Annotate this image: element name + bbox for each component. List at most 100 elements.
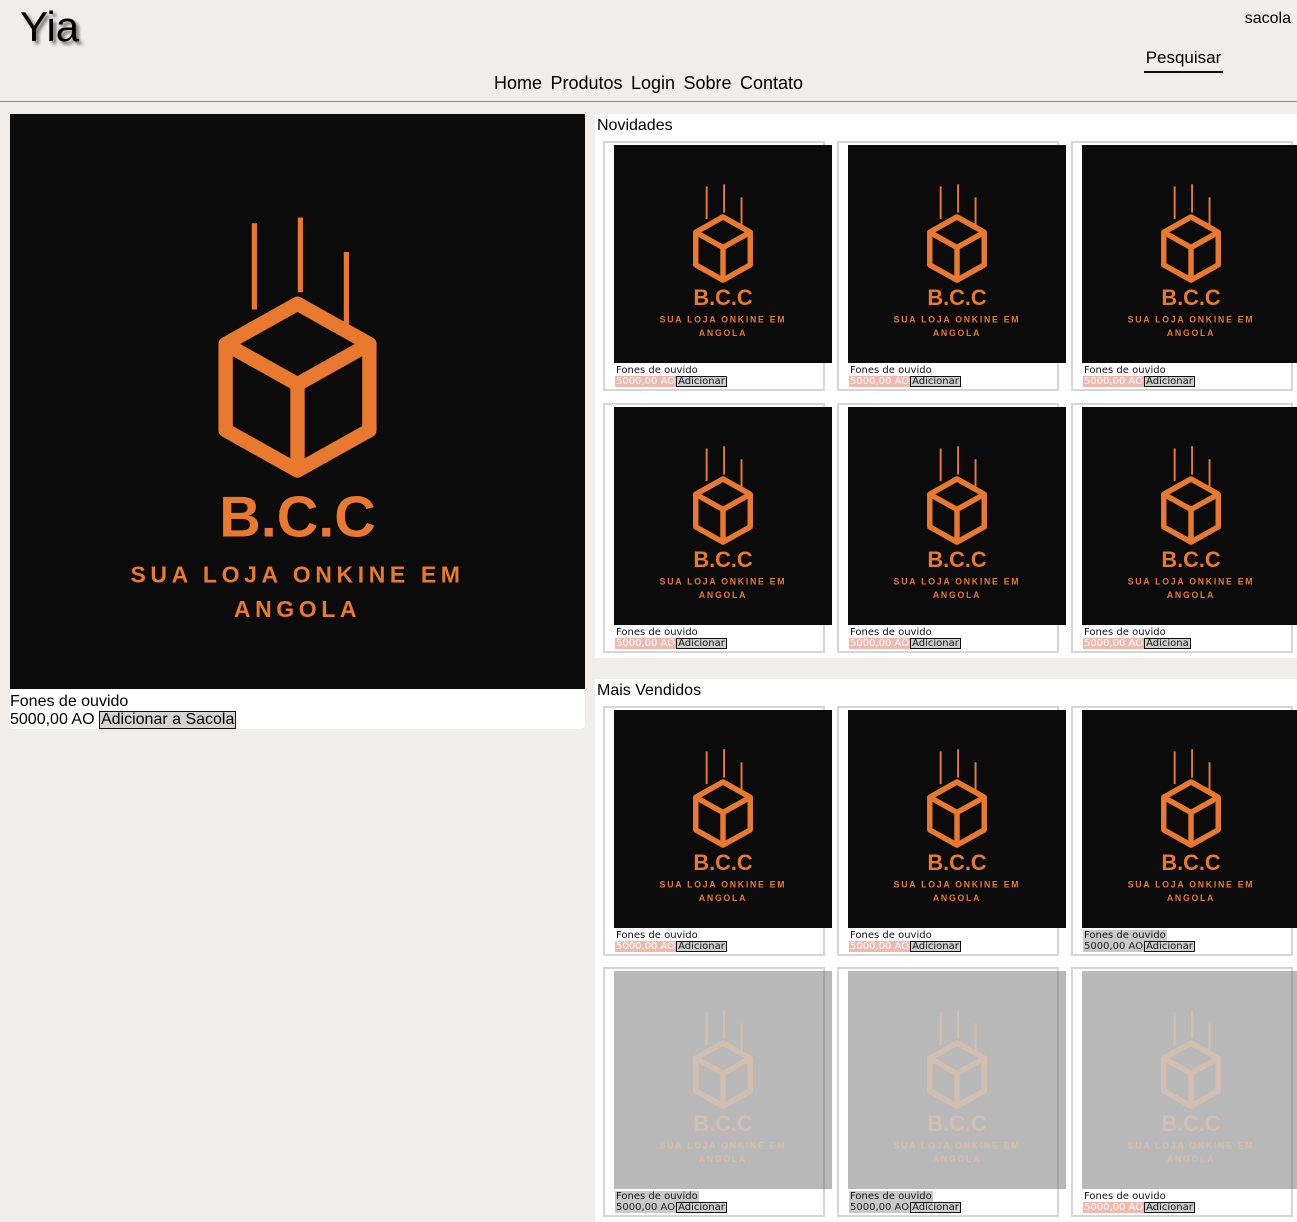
product-image[interactable]: B.C.C SUA LOJA ONKINE EM ANGOLA bbox=[1082, 407, 1297, 625]
product-card[interactable]: B.C.C SUA LOJA ONKINE EM ANGOLA Fones de o… bbox=[603, 403, 832, 653]
cart-link[interactable]: sacola bbox=[1245, 10, 1291, 28]
product-image[interactable]: B.C.C SUA LOJA ONKINE EM ANGOLA bbox=[848, 407, 1066, 625]
product-image[interactable]: B.C.C SUA LOJA ONKINE EM ANGOLA bbox=[1082, 710, 1297, 928]
logo-tagline: ANGOLA bbox=[933, 328, 981, 338]
product-card[interactable]: B.C.C SUA LOJA ONKINE EM ANGOLA Fones de o… bbox=[603, 967, 832, 1217]
product-title: Fones de ouvido bbox=[1083, 930, 1167, 941]
product-image[interactable]: B.C.C SUA LOJA ONKINE EM ANGOLA bbox=[614, 971, 832, 1189]
product-card[interactable]: B.C.C SUA LOJA ONKINE EM ANGOLA Fones de o… bbox=[603, 141, 832, 391]
nav-login[interactable]: Login bbox=[631, 73, 675, 94]
product-title: Fones de ouvido bbox=[850, 930, 932, 941]
logo-tagline: ANGOLA bbox=[1167, 590, 1215, 600]
product-price: 5000,00 AO bbox=[1083, 941, 1145, 952]
product-card[interactable]: B.C.C SUA LOJA ONKINE EM ANGOLA Fones de o… bbox=[1071, 141, 1297, 391]
product-card[interactable]: B.C.C SUA LOJA ONKINE EM ANGOLA Fones de o… bbox=[837, 706, 1066, 956]
product-price: 5000,00 AO bbox=[615, 638, 677, 649]
product-price: 5000,00 AO bbox=[1083, 638, 1145, 649]
bcc-logo-image: B.C.C SUA LOJA ONKINE EM ANGOLA bbox=[848, 145, 1066, 363]
add-button[interactable]: Adicionar bbox=[1144, 1202, 1195, 1213]
search-button[interactable]: Pesquisar bbox=[1144, 47, 1223, 73]
logo-name: B.C.C bbox=[1161, 547, 1221, 572]
product-title: Fones de ouvido bbox=[849, 1191, 933, 1202]
bcc-logo-image: B.C.C SUA LOJA ONKINE EM ANGOLA bbox=[614, 407, 832, 625]
logo-tagline: SUA LOJA ONKINE EM bbox=[660, 577, 787, 587]
logo-tagline: SUA LOJA ONKINE EM bbox=[894, 577, 1021, 587]
bcc-logo-image: B.C.C SUA LOJA ONKINE EM ANGOLA bbox=[10, 114, 585, 689]
bcc-logo-image: B.C.C SUA LOJA ONKINE EM ANGOLA bbox=[614, 710, 832, 928]
add-button[interactable]: Adicionar bbox=[1144, 941, 1195, 952]
product-title: Fones de ouvido bbox=[616, 930, 698, 941]
bcc-logo-image: B.C.C SUA LOJA ONKINE EM ANGOLA bbox=[1082, 710, 1297, 928]
product-title: Fones de ouvido bbox=[850, 627, 932, 638]
product-image[interactable]: B.C.C SUA LOJA ONKINE EM ANGOLA bbox=[848, 145, 1066, 363]
add-button[interactable]: Adicionar bbox=[910, 941, 961, 952]
nav-home[interactable]: Home bbox=[494, 73, 542, 94]
product-price: 5000,00 AO bbox=[615, 1202, 677, 1213]
logo-name: B.C.C bbox=[927, 850, 987, 875]
product-image[interactable]: B.C.C SUA LOJA ONKINE EM ANGOLA bbox=[614, 710, 832, 928]
logo-tagline: SUA LOJA ONKINE EM bbox=[660, 880, 787, 890]
product-image[interactable]: B.C.C SUA LOJA ONKINE EM ANGOLA bbox=[1082, 145, 1297, 363]
nav-produtos[interactable]: Produtos bbox=[550, 73, 622, 94]
logo-tagline: ANGOLA bbox=[699, 590, 747, 600]
product-card[interactable]: B.C.C SUA LOJA ONKINE EM ANGOLA Fones de o… bbox=[837, 967, 1066, 1217]
brand-logo[interactable]: Yia bbox=[20, 2, 79, 52]
add-button[interactable]: Adicionar bbox=[910, 638, 961, 649]
bcc-logo-image: B.C.C SUA LOJA ONKINE EM ANGOLA bbox=[614, 971, 832, 1189]
product-image[interactable]: B.C.C SUA LOJA ONKINE EM ANGOLA bbox=[848, 971, 1066, 1189]
add-button[interactable]: Adicionar bbox=[910, 376, 961, 387]
logo-tagline: ANGOLA bbox=[699, 1154, 747, 1164]
add-button[interactable]: Adicionar bbox=[1144, 376, 1195, 387]
product-title: Fones de ouvido bbox=[1084, 627, 1166, 638]
bcc-logo-image: B.C.C SUA LOJA ONKINE EM ANGOLA bbox=[1082, 407, 1297, 625]
logo-tagline: SUA LOJA ONKINE EM bbox=[1128, 315, 1255, 325]
logo-tagline: SUA LOJA ONKINE EM bbox=[660, 1141, 787, 1151]
product-card[interactable]: B.C.C SUA LOJA ONKINE EM ANGOLA Fones de o… bbox=[1071, 706, 1297, 956]
logo-name: B.C.C bbox=[1161, 285, 1221, 310]
product-price: 5000,00 AO bbox=[849, 941, 911, 952]
nav-contato[interactable]: Contato bbox=[740, 73, 803, 94]
product-image[interactable]: B.C.C SUA LOJA ONKINE EM ANGOLA bbox=[1082, 971, 1297, 1189]
product-card[interactable]: B.C.C SUA LOJA ONKINE EM ANGOLA Fones de o… bbox=[603, 706, 832, 956]
logo-tagline: SUA LOJA ONKINE EM bbox=[1128, 880, 1255, 890]
logo-name: B.C.C bbox=[927, 285, 987, 310]
logo-name: B.C.C bbox=[693, 285, 753, 310]
add-to-cart-button[interactable]: Adicionar a Sacola bbox=[98, 711, 237, 729]
product-card[interactable]: B.C.C SUA LOJA ONKINE EM ANGOLA Fones de o… bbox=[1071, 403, 1297, 653]
add-button[interactable]: Adiciona bbox=[1144, 638, 1191, 649]
add-button[interactable]: Adicionar bbox=[910, 1202, 961, 1213]
main-nav: Home Produtos Login Sobre Contato bbox=[0, 73, 1297, 94]
product-card[interactable]: B.C.C SUA LOJA ONKINE EM ANGOLA Fones de o… bbox=[837, 141, 1066, 391]
product-price: 5000,00 AO bbox=[849, 376, 911, 387]
logo-tagline: ANGOLA bbox=[699, 893, 747, 903]
product-price: 5000,00 AO bbox=[615, 941, 677, 952]
nav-sobre[interactable]: Sobre bbox=[683, 73, 731, 94]
logo-tagline: ANGOLA bbox=[933, 1154, 981, 1164]
product-image[interactable]: B.C.C SUA LOJA ONKINE EM ANGOLA bbox=[10, 114, 585, 689]
product-price: 5000,00 AO bbox=[849, 638, 911, 649]
bcc-logo-image: B.C.C SUA LOJA ONKINE EM ANGOLA bbox=[848, 710, 1066, 928]
product-card[interactable]: B.C.C SUA LOJA ONKINE EM ANGOLA Fones de o… bbox=[837, 403, 1066, 653]
section-mais-vendidos: Mais Vendidos B.C.C SUA LOJA ONKINE EM ANG… bbox=[595, 679, 1297, 1222]
site-header: Yia sacola Pesquisar Home Produtos Login… bbox=[0, 0, 1297, 102]
bcc-logo-image: B.C.C SUA LOJA ONKINE EM ANGOLA bbox=[1082, 145, 1297, 363]
product-card[interactable]: B.C.C SUA LOJA ONKINE EM ANGOLA Fones de o… bbox=[1071, 967, 1297, 1217]
product-image[interactable]: B.C.C SUA LOJA ONKINE EM ANGOLA bbox=[848, 710, 1066, 928]
logo-name: B.C.C bbox=[927, 547, 987, 572]
logo-tagline: SUA LOJA ONKINE EM bbox=[1128, 577, 1255, 587]
add-button[interactable]: Adicionar bbox=[676, 941, 727, 952]
add-button[interactable]: Adicionar bbox=[676, 638, 727, 649]
product-price: 5000,00 AO bbox=[615, 376, 677, 387]
bcc-logo-image: B.C.C SUA LOJA ONKINE EM ANGOLA bbox=[848, 407, 1066, 625]
add-button[interactable]: Adicionar bbox=[676, 1202, 727, 1213]
bcc-logo-image: B.C.C SUA LOJA ONKINE EM ANGOLA bbox=[848, 971, 1066, 1189]
product-image[interactable]: B.C.C SUA LOJA ONKINE EM ANGOLA bbox=[614, 407, 832, 625]
section-title: Mais Vendidos bbox=[597, 682, 702, 699]
logo-tagline: ANGOLA bbox=[1167, 1154, 1215, 1164]
add-button[interactable]: Adicionar bbox=[676, 376, 727, 387]
logo-tagline: ANGOLA bbox=[699, 328, 747, 338]
product-image[interactable]: B.C.C SUA LOJA ONKINE EM ANGOLA bbox=[614, 145, 832, 363]
section-novidades: Novidades B.C.C SUA LOJA ONKINE EM ANGOLA … bbox=[595, 114, 1297, 658]
product-title: Fones de ouvido bbox=[615, 1191, 699, 1202]
product-title: Fones de ouvido bbox=[1084, 1191, 1166, 1202]
